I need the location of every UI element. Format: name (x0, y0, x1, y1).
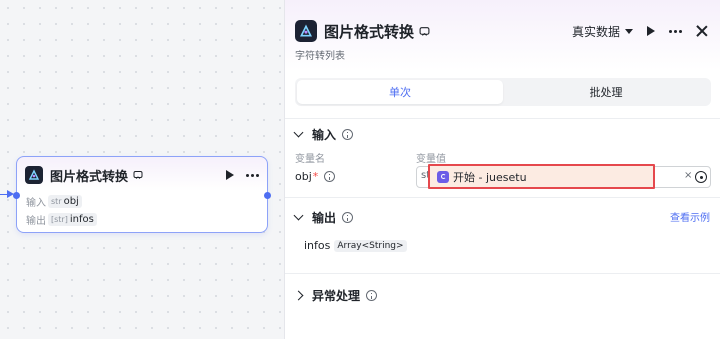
node-run-icon[interactable] (226, 170, 234, 180)
node-output-label: 输出 (26, 216, 46, 227)
divider (285, 273, 720, 274)
tab-single[interactable]: 单次 (297, 80, 503, 104)
node-input-port[interactable] (13, 192, 20, 199)
tab-batch[interactable]: 批处理 (503, 80, 709, 104)
panel-run-icon[interactable] (647, 26, 655, 36)
node-input-label: 输入 (26, 198, 46, 209)
node-input-tag: str obj (48, 195, 82, 208)
input-section-header[interactable]: 输入 (293, 126, 354, 143)
node-input-row: 输入 str obj (26, 194, 82, 209)
node-header: 图片格式转换 (25, 165, 259, 185)
info-icon[interactable] (342, 212, 354, 223)
panel-tag-icon[interactable] (419, 26, 430, 37)
node-config-panel: 图片格式转换 真实数据 字符转列表 单次 批处理 输入 变量名 变量值 obj … (284, 0, 720, 339)
output-var-type: Array<String> (334, 239, 407, 252)
panel-subtitle: 字符转列表 (295, 51, 345, 62)
exception-section-header[interactable]: 异常处理 (293, 287, 378, 304)
output-section-header[interactable]: 输出 (293, 209, 354, 226)
view-example-link[interactable]: 查看示例 (670, 209, 710, 224)
node-title: 图片格式转换 (50, 169, 129, 185)
input-section-title: 输入 (312, 128, 337, 142)
close-icon[interactable] (696, 25, 708, 37)
exception-section-title: 异常处理 (312, 289, 361, 303)
workflow-node-image-convert[interactable]: 图片格式转换 输入 str obj 输出 [str] infos (13, 156, 271, 233)
mode-tabs: 单次 批处理 (295, 78, 711, 106)
divider (285, 118, 720, 119)
variable-reference-chip[interactable]: 开始 - juesetu (428, 164, 655, 189)
divider (285, 197, 720, 198)
info-icon[interactable] (366, 290, 378, 301)
data-mode-label: 真实数据 (571, 24, 620, 39)
node-output-name: infos (69, 214, 94, 225)
info-icon[interactable] (342, 129, 354, 140)
node-more-icon[interactable] (246, 173, 259, 177)
start-node-icon (437, 170, 449, 183)
panel-more-icon[interactable] (669, 29, 682, 33)
node-output-row: 输出 [str] infos (26, 212, 97, 227)
variable-reference-text: 开始 - juesetu (453, 170, 527, 184)
info-icon[interactable] (324, 171, 336, 182)
output-section-title: 输出 (312, 211, 337, 225)
param-name: obj (295, 170, 312, 183)
panel-title: 图片格式转换 (324, 22, 415, 41)
target-icon[interactable] (695, 171, 707, 183)
node-output-type: [str] (51, 215, 68, 224)
chevron-down-icon (293, 127, 304, 138)
param-obj-label: obj * (295, 170, 336, 183)
required-mark: * (312, 170, 319, 183)
chevron-down-icon (293, 210, 304, 221)
app-logo-icon (25, 166, 43, 184)
column-header-value: 变量值 (416, 154, 446, 165)
output-var-name: infos (304, 239, 331, 252)
panel-header: 图片格式转换 真实数据 (295, 20, 708, 42)
node-input-name: obj (63, 196, 79, 207)
clear-icon[interactable]: × (684, 170, 692, 181)
chevron-down-icon (625, 28, 633, 34)
node-output-port[interactable] (264, 192, 271, 199)
node-tag-icon (133, 170, 143, 180)
column-header-name: 变量名 (295, 154, 325, 165)
node-input-type: str (51, 197, 62, 206)
data-mode-dropdown[interactable]: 真实数据 (572, 23, 633, 40)
panel-app-logo-icon (295, 20, 317, 42)
output-var-row: infos Array<String> (304, 239, 407, 252)
chevron-right-icon (293, 290, 304, 301)
node-output-tag: [str] infos (48, 213, 97, 226)
